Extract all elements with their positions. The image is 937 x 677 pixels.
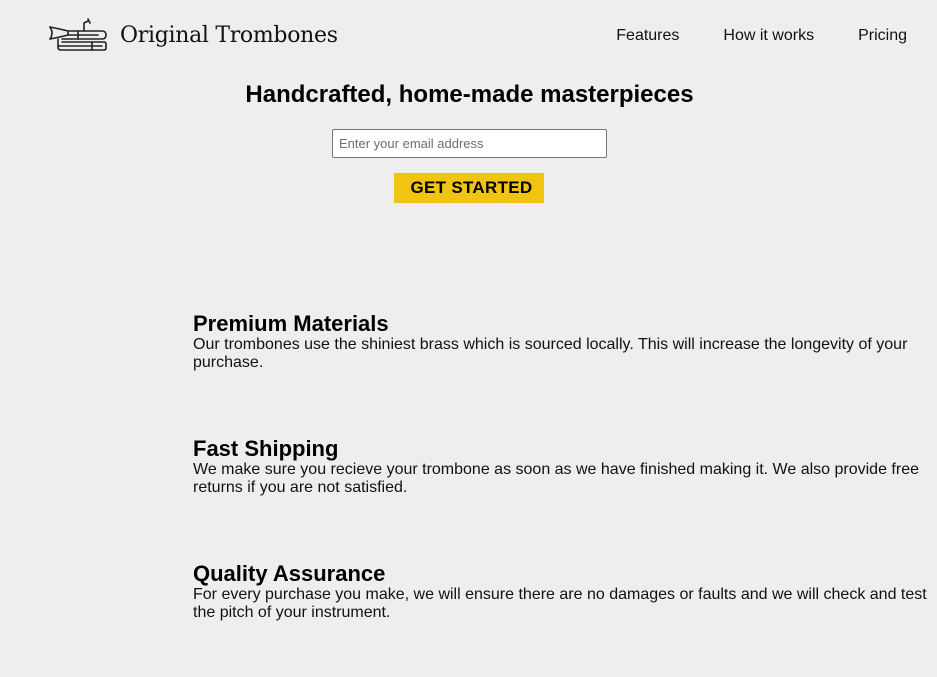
feature-item: Fast Shipping We make sure you recieve y… xyxy=(193,437,933,497)
email-input[interactable] xyxy=(332,129,607,158)
main-nav: Features How it works Pricing xyxy=(616,27,907,45)
feature-text: Our trombones use the shiniest brass whi… xyxy=(193,336,908,371)
nav-link-how-it-works[interactable]: How it works xyxy=(723,27,814,45)
feature-item: Premium Materials Our trombones use the … xyxy=(193,312,933,372)
feature-text: For every purchase you make, we will ens… xyxy=(193,586,927,621)
feature-text: We make sure you recieve your trombone a… xyxy=(193,461,919,496)
landing-page: Original Trombones Features How it works… xyxy=(0,0,937,677)
nav-link-pricing[interactable]: Pricing xyxy=(858,27,907,45)
hero-title: Handcrafted, home-made masterpieces xyxy=(245,81,694,108)
feature-title: Fast Shipping xyxy=(193,436,339,461)
feature-title: Quality Assurance xyxy=(193,561,386,586)
logo-text: Original Trombones xyxy=(120,22,338,48)
get-started-button[interactable]: GET STARTED xyxy=(394,173,544,203)
nav-link-features[interactable]: Features xyxy=(616,27,679,45)
trombone-icon xyxy=(48,15,108,55)
feature-title: Premium Materials xyxy=(193,311,389,336)
logo[interactable]: Original Trombones xyxy=(48,14,338,56)
feature-item: Quality Assurance For every purchase you… xyxy=(193,562,933,622)
